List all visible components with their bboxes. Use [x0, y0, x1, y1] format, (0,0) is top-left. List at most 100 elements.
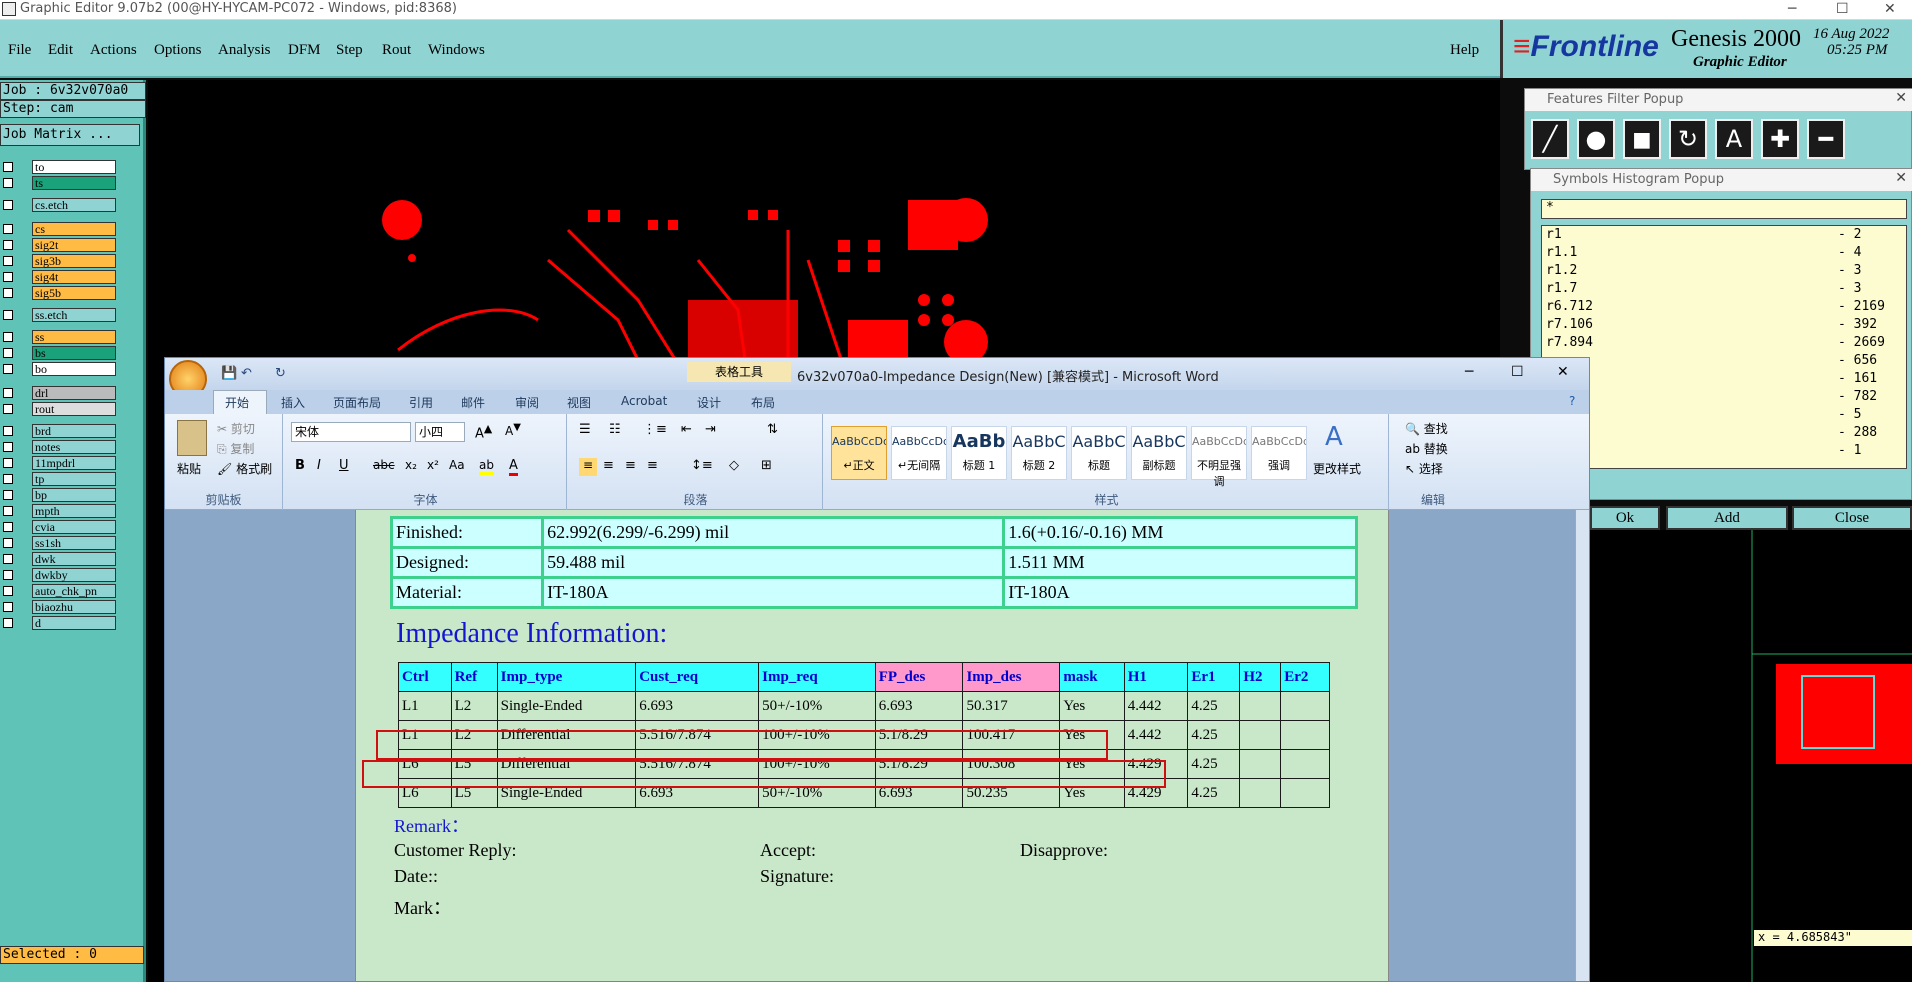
layer-name[interactable]: drl: [32, 386, 116, 400]
table-cell[interactable]: [1280, 691, 1330, 721]
layer-checkbox[interactable]: [3, 310, 13, 320]
align-center-icon[interactable]: ≡: [603, 458, 614, 473]
menu-file[interactable]: File: [8, 42, 31, 59]
align-left-icon[interactable]: ≡: [579, 458, 597, 476]
layer-name[interactable]: cs: [32, 222, 116, 236]
layer-checkbox[interactable]: [3, 388, 13, 398]
table-cell[interactable]: 4.25: [1187, 778, 1241, 808]
layer-row[interactable]: cvia: [0, 520, 118, 534]
layer-checkbox[interactable]: [3, 570, 13, 580]
layer-name[interactable]: cs.etch: [32, 198, 116, 212]
layer-checkbox[interactable]: [3, 490, 13, 500]
ok-button[interactable]: Ok: [1590, 506, 1660, 530]
menu-edit[interactable]: Edit: [48, 42, 73, 59]
tab-view[interactable]: 视图: [567, 394, 591, 411]
style-item[interactable]: AaBbCcDd ↵无间隔: [891, 426, 947, 480]
layer-name[interactable]: ss.etch: [32, 308, 116, 322]
table-cell[interactable]: [1239, 749, 1282, 779]
layer-name[interactable]: sig4t: [32, 270, 116, 284]
save-icon[interactable]: 💾: [221, 366, 237, 381]
strikethrough-icon[interactable]: abc: [373, 458, 395, 472]
table-cell[interactable]: [1239, 691, 1282, 721]
justify-icon[interactable]: ≡: [647, 458, 658, 473]
list-item[interactable]: r1.1 - 4: [1542, 244, 1906, 262]
layer-row[interactable]: sig2t: [0, 238, 118, 252]
menu-rout[interactable]: Rout: [382, 42, 411, 59]
decrease-indent-icon[interactable]: ⇤: [681, 422, 692, 437]
style-item[interactable]: AaBbC 副标题: [1131, 426, 1187, 480]
table-cell[interactable]: 4.25: [1187, 749, 1241, 779]
list-item[interactable]: - 656: [1542, 352, 1906, 370]
layer-checkbox[interactable]: [3, 178, 13, 188]
layer-name[interactable]: 11mpdrl: [32, 456, 116, 470]
layer-name[interactable]: ss: [32, 330, 116, 344]
sort-icon[interactable]: ⇅: [767, 422, 778, 437]
menu-options[interactable]: Options: [154, 42, 202, 59]
layer-row[interactable]: 11mpdrl: [0, 456, 118, 470]
table-cell[interactable]: 50+/-10%: [758, 691, 876, 721]
layer-name[interactable]: tp: [32, 472, 116, 486]
tab-acrobat[interactable]: Acrobat: [621, 394, 667, 408]
cut-button[interactable]: ✂ 剪切: [217, 420, 255, 437]
list-item[interactable]: r7.894 - 2669: [1542, 334, 1906, 352]
minus-icon[interactable]: ━: [1807, 119, 1845, 159]
layer-row[interactable]: ss: [0, 330, 118, 344]
layer-row[interactable]: ts: [0, 176, 118, 190]
menu-dfm[interactable]: DFM: [288, 42, 321, 59]
layer-name[interactable]: d: [32, 616, 116, 630]
layer-row[interactable]: dwkby: [0, 568, 118, 582]
layer-checkbox[interactable]: [3, 554, 13, 564]
table-cell[interactable]: [1280, 749, 1330, 779]
list-item[interactable]: 35- 288: [1542, 424, 1906, 442]
layer-name[interactable]: sig5b: [32, 286, 116, 300]
tab-references[interactable]: 引用: [409, 394, 433, 411]
layer-name[interactable]: bo: [32, 362, 116, 376]
list-item[interactable]: 43- 161: [1542, 370, 1906, 388]
layer-row[interactable]: rout: [0, 402, 118, 416]
table-cell[interactable]: 4.442: [1123, 720, 1189, 750]
layer-name[interactable]: sig3b: [32, 254, 116, 268]
layer-row[interactable]: to: [0, 160, 118, 174]
borders-icon[interactable]: ⊞: [761, 458, 772, 473]
copy-button[interactable]: ⎘ 复制: [217, 440, 254, 457]
replace-button[interactable]: ab 替换: [1405, 440, 1448, 457]
font-name-select[interactable]: 宋体: [291, 422, 411, 442]
font-size-select[interactable]: 小四: [415, 422, 465, 442]
list-item[interactable]: - 1: [1542, 442, 1906, 460]
layer-row[interactable]: sig5b: [0, 286, 118, 300]
tab-page-layout[interactable]: 页面布局: [333, 394, 381, 411]
layer-row[interactable]: mpth: [0, 504, 118, 518]
close-icon[interactable]: ✕: [1557, 364, 1569, 380]
table-cell[interactable]: [1280, 778, 1330, 808]
subscript-icon[interactable]: x₂: [405, 458, 417, 472]
tab-mailings[interactable]: 邮件: [461, 394, 485, 411]
layer-name[interactable]: sig2t: [32, 238, 116, 252]
table-cell[interactable]: 4.442: [1123, 691, 1189, 721]
vertical-scrollbar[interactable]: [1575, 510, 1589, 981]
help-icon[interactable]: ?: [1569, 394, 1575, 408]
layer-name[interactable]: dwkby: [32, 568, 116, 582]
table-cell[interactable]: Designed:: [389, 546, 545, 579]
style-item[interactable]: AaBb 标题 1: [951, 426, 1007, 480]
table-cell[interactable]: 4.25: [1187, 691, 1241, 721]
line-icon[interactable]: ╱: [1531, 119, 1569, 159]
layer-name[interactable]: bs: [32, 346, 116, 360]
italic-icon[interactable]: I: [317, 458, 321, 473]
list-item[interactable]: r7.106 - 392: [1542, 316, 1906, 334]
layer-checkbox[interactable]: [3, 618, 13, 628]
style-item[interactable]: AaBbCcDd 不明显强调: [1191, 426, 1247, 488]
align-right-icon[interactable]: ≡: [625, 458, 636, 473]
layer-name[interactable]: dwk: [32, 552, 116, 566]
table-cell[interactable]: 1.6(+0.16/-0.16) MM: [1002, 516, 1358, 549]
layer-checkbox[interactable]: [3, 586, 13, 596]
layer-checkbox[interactable]: [3, 522, 13, 532]
table-cell[interactable]: Single-Ended: [496, 691, 637, 721]
layer-row[interactable]: sig3b: [0, 254, 118, 268]
layer-name[interactable]: notes: [32, 440, 116, 454]
layer-name[interactable]: ts: [32, 176, 116, 190]
layer-checkbox[interactable]: [3, 602, 13, 612]
style-item[interactable]: AaBbCcDd ↵正文: [831, 426, 887, 480]
table-cell[interactable]: 59.488 mil: [541, 546, 1006, 579]
close-icon[interactable]: ✕: [1884, 0, 1896, 18]
tab-home[interactable]: 开始: [225, 394, 249, 411]
